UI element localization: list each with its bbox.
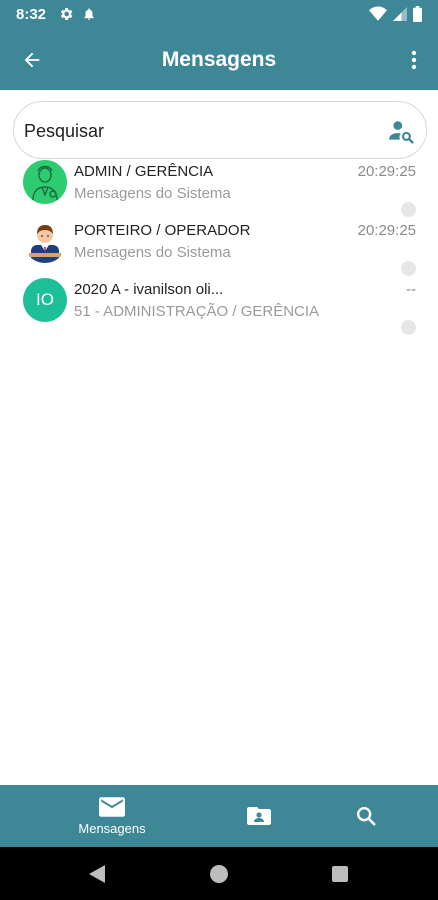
conversation-subtitle: 51 - ADMINISTRAÇÃO / GERÊNCIA xyxy=(74,303,320,320)
conversation-time: 20:29:25 xyxy=(357,222,416,239)
conversation-item[interactable]: ADMIN / GERÊNCIA Mensagens do Sistema 20… xyxy=(0,158,438,217)
person-search-icon xyxy=(389,121,414,144)
settings-gear-icon xyxy=(58,6,74,27)
admin-avatar-icon xyxy=(23,160,67,204)
square-recents-icon xyxy=(332,866,348,882)
conversation-subtitle: Mensagens do Sistema xyxy=(74,244,231,261)
conversation-subtitle: Mensagens do Sistema xyxy=(74,185,231,202)
porter-avatar-icon xyxy=(23,219,67,263)
system-recents-button[interactable] xyxy=(329,863,351,885)
conversation-name: 2020 A - ivanilson oli... xyxy=(74,281,224,298)
conversation-name: PORTEIRO / OPERADOR xyxy=(74,222,251,239)
conversation-list: ADMIN / GERÊNCIA Mensagens do Sistema 20… xyxy=(0,158,438,335)
search-box xyxy=(13,101,427,159)
bottom-navigation: Mensagens xyxy=(0,785,438,847)
initials-avatar: IO xyxy=(23,278,67,322)
status-icons-right xyxy=(369,6,422,27)
app-bar: Mensagens xyxy=(0,30,438,90)
more-options-button[interactable] xyxy=(400,44,428,76)
conversation-name: ADMIN / GERÊNCIA xyxy=(74,163,214,180)
more-vert-icon xyxy=(411,50,417,70)
nav-messages-label: Mensagens xyxy=(78,820,146,836)
system-back-button[interactable] xyxy=(86,863,108,885)
status-time: 8:32 xyxy=(16,6,47,23)
mail-icon xyxy=(99,796,125,817)
status-icons-left xyxy=(58,6,96,27)
search-contact-button[interactable] xyxy=(388,118,414,144)
cell-signal-icon xyxy=(393,6,407,27)
unread-indicator xyxy=(401,320,416,335)
nav-contacts[interactable] xyxy=(230,785,288,847)
system-home-button[interactable] xyxy=(208,863,230,885)
circle-home-icon xyxy=(210,865,228,883)
conversation-time: -- xyxy=(406,281,416,298)
nav-search[interactable] xyxy=(337,785,395,847)
contacts-folder-icon xyxy=(247,807,271,825)
search-icon xyxy=(357,807,376,826)
triangle-back-icon xyxy=(89,865,105,883)
unread-indicator xyxy=(401,202,416,217)
wifi-icon xyxy=(369,6,387,27)
unread-indicator xyxy=(401,261,416,276)
notification-bell-icon xyxy=(82,6,96,27)
conversation-item[interactable]: PORTEIRO / OPERADOR Mensagens do Sistema… xyxy=(0,217,438,276)
battery-icon xyxy=(413,6,422,27)
status-bar: 8:32 xyxy=(0,0,438,30)
system-navigation-bar xyxy=(0,847,438,900)
page-title: Mensagens xyxy=(161,48,277,71)
conversation-time: 20:29:25 xyxy=(357,163,416,180)
conversation-item[interactable]: IO 2020 A - ivanilson oli... 51 - ADMINI… xyxy=(0,276,438,335)
nav-messages[interactable]: Mensagens xyxy=(62,785,162,847)
search-input[interactable] xyxy=(24,112,374,150)
